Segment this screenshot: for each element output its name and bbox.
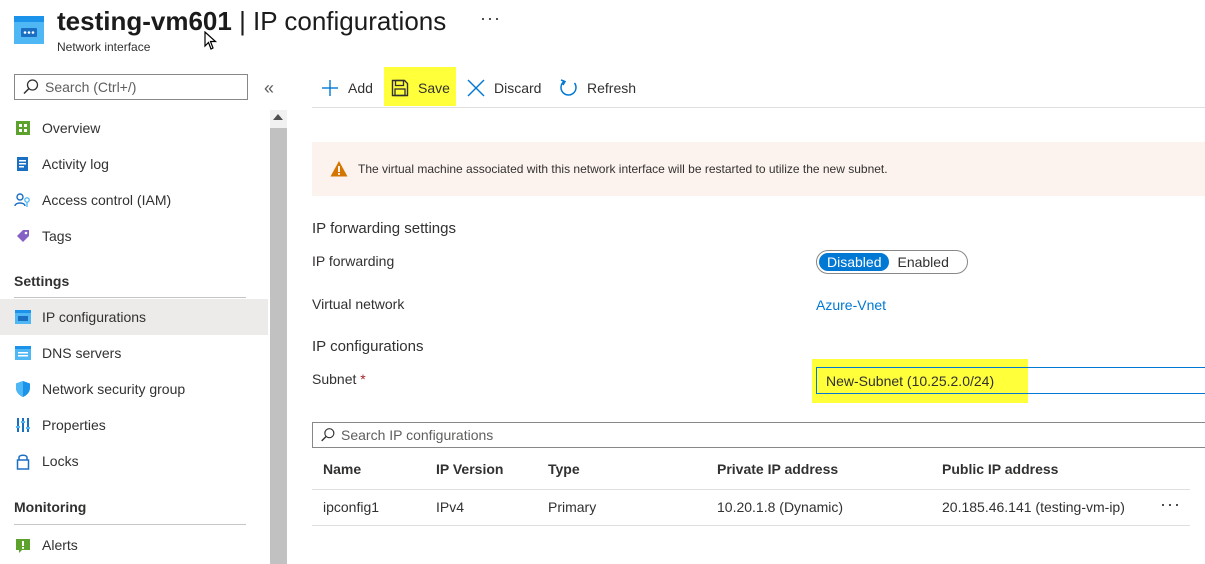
row-more-options-button[interactable]: ··· xyxy=(1160,494,1181,515)
ip-config-search-input[interactable] xyxy=(339,426,1143,444)
sidebar-scrollbar-thumb[interactable] xyxy=(270,128,287,564)
page-title: testing-vm601 | IP configurations xyxy=(57,4,446,38)
more-options-button[interactable]: ··· xyxy=(480,8,501,29)
lock-icon xyxy=(14,452,32,470)
column-header-name: Name xyxy=(323,461,362,477)
sidebar-item-ip-configurations[interactable]: IP configurations xyxy=(0,299,268,335)
sidebar-item-properties[interactable]: Properties xyxy=(0,407,268,443)
ip-configurations-heading: IP configurations xyxy=(312,338,424,355)
toggle-enabled-option[interactable]: Enabled xyxy=(889,253,956,271)
virtual-network-link[interactable]: Azure-Vnet xyxy=(816,297,886,313)
ip-config-icon xyxy=(14,308,32,326)
network-interface-icon xyxy=(14,16,44,44)
activity-log-icon xyxy=(14,155,32,173)
page-name: IP configurations xyxy=(253,6,447,36)
table-header-divider xyxy=(312,489,1190,490)
overview-icon xyxy=(14,119,32,137)
close-icon xyxy=(466,78,486,98)
add-label: Add xyxy=(348,80,373,96)
discard-label: Discard xyxy=(494,80,542,96)
warning-banner: The virtual machine associated with this… xyxy=(312,142,1205,196)
sidebar-item-access-control[interactable]: Access control (IAM) xyxy=(0,182,268,218)
sidebar-item-label: Tags xyxy=(42,228,72,244)
save-icon xyxy=(390,78,410,98)
sidebar-item-dns-servers[interactable]: DNS servers xyxy=(0,335,268,371)
properties-icon xyxy=(14,416,32,434)
subnet-label: Subnet * xyxy=(312,371,366,387)
settings-section-label: Settings xyxy=(14,273,70,289)
required-marker: * xyxy=(360,371,366,387)
section-divider xyxy=(14,524,246,525)
dns-icon xyxy=(14,344,32,362)
tag-icon xyxy=(14,227,32,245)
sidebar-item-label: Properties xyxy=(42,417,106,433)
cell-ip-version: IPv4 xyxy=(436,499,465,515)
collapse-sidebar-button[interactable]: « xyxy=(264,78,274,98)
sidebar-item-activity-log[interactable]: Activity log xyxy=(0,146,268,182)
sidebar-search-input[interactable] xyxy=(43,78,237,96)
column-header-private-ip: Private IP address xyxy=(717,461,839,477)
search-icon xyxy=(23,79,39,95)
sidebar-item-alerts[interactable]: Alerts xyxy=(0,527,268,563)
monitoring-section-label: Monitoring xyxy=(14,499,87,515)
subnet-label-text: Subnet xyxy=(312,371,357,387)
mouse-cursor-icon xyxy=(204,31,218,50)
sidebar-item-locks[interactable]: Locks xyxy=(0,443,268,479)
search-icon xyxy=(321,428,335,442)
ip-forwarding-label: IP forwarding xyxy=(312,253,395,269)
cell-private-ip: 10.20.1.8 (Dynamic) xyxy=(717,499,844,515)
column-header-type: Type xyxy=(548,461,580,477)
ip-config-search[interactable] xyxy=(312,422,1205,448)
sidebar-search[interactable] xyxy=(14,74,248,100)
toggle-disabled-option[interactable]: Disabled xyxy=(819,253,890,271)
column-header-public-ip: Public IP address xyxy=(942,461,1059,477)
shield-icon xyxy=(14,380,32,398)
subnet-dropdown[interactable]: New-Subnet (10.25.2.0/24) xyxy=(816,367,1205,394)
sidebar-item-tags[interactable]: Tags xyxy=(0,218,268,254)
add-icon xyxy=(320,78,340,98)
table-row-divider xyxy=(312,525,1190,526)
alerts-icon xyxy=(14,536,32,554)
toolbar-divider xyxy=(312,107,1205,108)
refresh-button[interactable]: Refresh xyxy=(559,70,636,106)
refresh-icon xyxy=(559,78,579,98)
sidebar-item-label: Overview xyxy=(42,120,101,136)
sidebar-item-label: DNS servers xyxy=(42,345,122,361)
cell-public-ip: 20.185.46.141 (testing-vm-ip) xyxy=(942,499,1125,515)
sidebar-item-overview[interactable]: Overview xyxy=(0,110,268,146)
subnet-selected-value: New-Subnet (10.25.2.0/24) xyxy=(826,372,995,389)
sidebar-item-label: Access control (IAM) xyxy=(42,192,172,208)
save-label: Save xyxy=(418,80,450,96)
warning-icon xyxy=(330,161,348,177)
discard-button[interactable]: Discard xyxy=(466,70,541,106)
cell-name[interactable]: ipconfig1 xyxy=(323,499,379,515)
virtual-network-label: Virtual network xyxy=(312,296,405,312)
column-header-ip-version: IP Version xyxy=(436,461,504,477)
scroll-up-arrow-icon[interactable] xyxy=(273,114,283,120)
title-separator: | xyxy=(231,6,254,36)
refresh-label: Refresh xyxy=(587,80,637,96)
sidebar-item-label: Network security group xyxy=(42,381,186,397)
sidebar-item-label: IP configurations xyxy=(42,309,147,325)
section-divider xyxy=(14,297,246,298)
warning-text: The virtual machine associated with this… xyxy=(358,162,888,176)
save-button[interactable]: Save xyxy=(390,70,450,106)
sidebar-item-label: Alerts xyxy=(42,537,78,553)
ip-forwarding-toggle[interactable]: Disabled Enabled xyxy=(816,250,968,274)
sidebar-item-network-security-group[interactable]: Network security group xyxy=(0,371,268,407)
add-button[interactable]: Add xyxy=(320,70,373,106)
iam-icon xyxy=(14,191,32,209)
page-subtitle: Network interface xyxy=(57,40,151,54)
cell-type: Primary xyxy=(548,499,597,515)
ip-forwarding-settings-heading: IP forwarding settings xyxy=(312,220,456,237)
sidebar-item-label: Locks xyxy=(42,453,79,469)
sidebar-item-label: Activity log xyxy=(42,156,109,172)
